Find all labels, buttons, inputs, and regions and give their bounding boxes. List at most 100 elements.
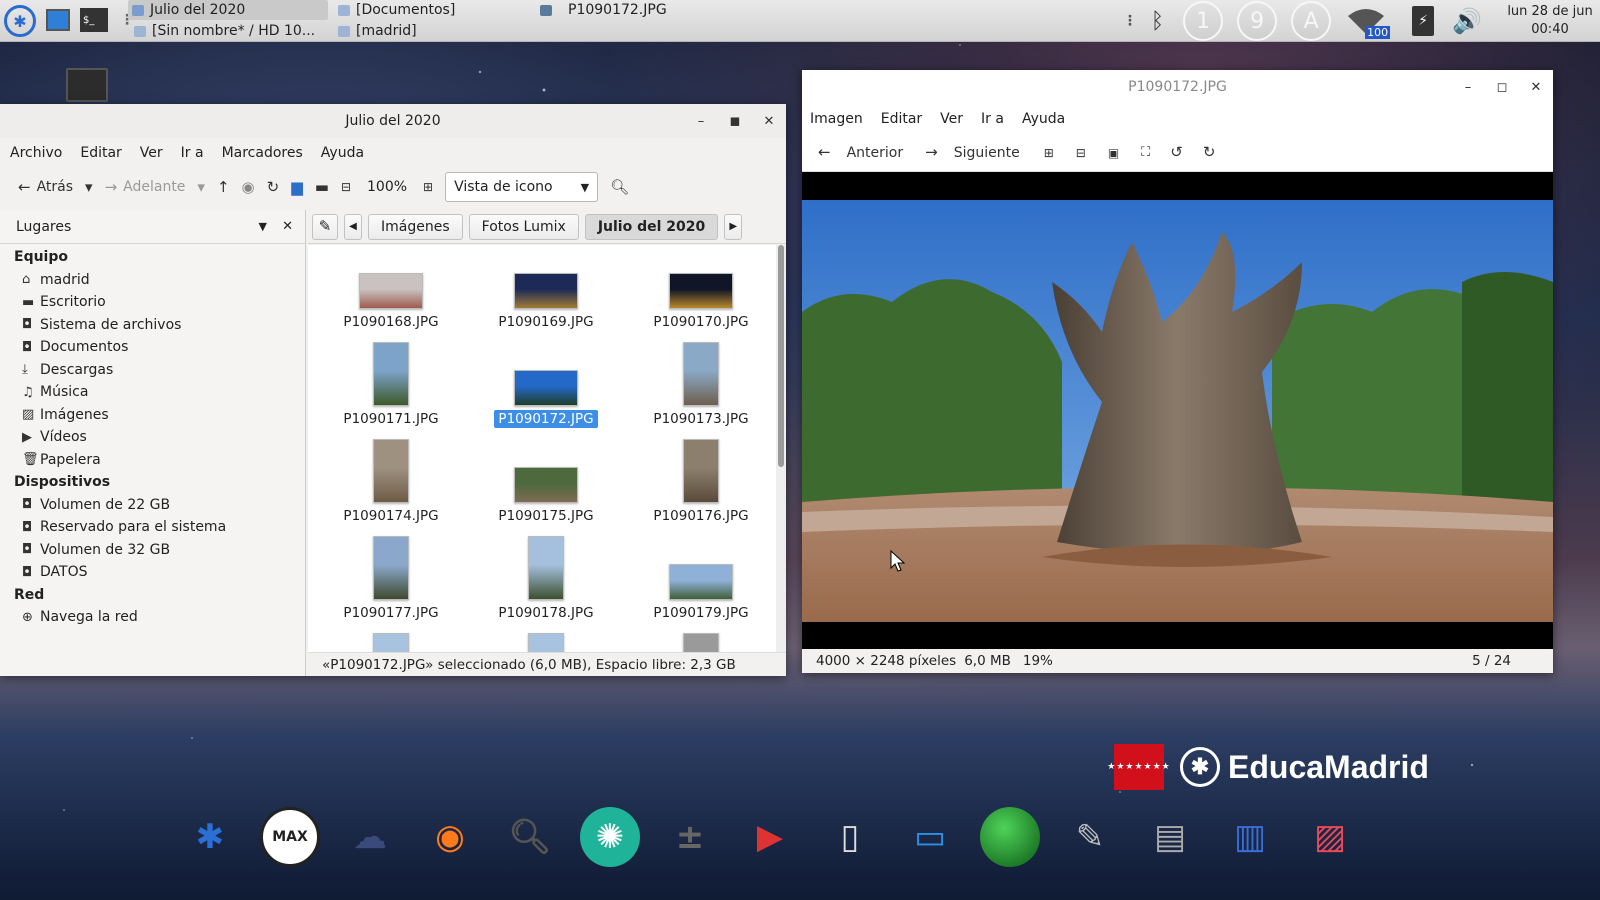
cloud-icon[interactable]: ☁: [340, 807, 400, 867]
stop-button[interactable]: ◉: [236, 176, 261, 199]
rotate-right-button[interactable]: ↻: [1197, 141, 1222, 164]
battery-icon[interactable]: ⚡: [1412, 6, 1435, 36]
file-item[interactable]: P1090173.JPG: [626, 342, 776, 442]
sidebar-item[interactable]: ◘ Reservado para el sistema: [0, 516, 305, 539]
menu-image_viewer-2[interactable]: Ver: [940, 111, 963, 127]
minimize-button[interactable]: –: [692, 114, 710, 129]
edit-location-button[interactable]: ✎: [312, 213, 338, 240]
indicator-nine[interactable]: 9: [1237, 1, 1278, 41]
text-editor-icon[interactable]: ▯: [820, 807, 880, 867]
icon-view[interactable]: P1090168.JPG P1090169.JPG P1090170.JPG P109…: [308, 245, 776, 652]
bluetooth-icon[interactable]: ᛒ: [1151, 9, 1164, 34]
sidebar-item[interactable]: ◘ Volumen de 32 GB: [0, 539, 305, 562]
file-item[interactable]: P1090178.JPG: [471, 536, 621, 636]
sidebar-mode-dropdown[interactable]: ▼: [259, 221, 267, 232]
terminal-icon[interactable]: $_: [80, 8, 108, 32]
task-documentos[interactable]: [Documentos]: [338, 0, 455, 20]
calculator-icon[interactable]: ±: [660, 807, 720, 867]
maximize-button[interactable]: ◻: [1493, 80, 1511, 95]
shutter-icon[interactable]: ✺: [580, 807, 640, 867]
fit-button[interactable]: ⛶: [1135, 142, 1156, 163]
sidebar-item[interactable]: ▶ Vídeos: [0, 426, 305, 449]
path-segment-julio[interactable]: Julio del 2020: [584, 213, 719, 240]
zoom-in-button[interactable]: ⊞: [417, 177, 439, 197]
indicator-a[interactable]: A: [1291, 1, 1332, 41]
sidebar-item[interactable]: ⤓ Descargas: [0, 359, 305, 382]
menu-image_viewer-1[interactable]: Editar: [881, 111, 922, 127]
scrollbar-thumb[interactable]: [778, 245, 784, 467]
sidebar-item[interactable]: ♫ Música: [0, 381, 305, 404]
sidebar-item[interactable]: ▨ Imágenes: [0, 404, 305, 427]
sidebar-item[interactable]: ▬ Escritorio: [0, 291, 305, 314]
vertical-scrollbar[interactable]: [776, 245, 786, 652]
menu-file_manager-4[interactable]: Marcadores: [222, 145, 303, 161]
firefox-icon[interactable]: ◉: [420, 807, 480, 867]
file-item[interactable]: P1090175.JPG: [471, 445, 621, 539]
screen-recorder-icon[interactable]: ▶: [740, 807, 800, 867]
file-item[interactable]: [316, 633, 466, 652]
file-item[interactable]: P1090172.JPG: [471, 348, 621, 442]
file-item[interactable]: P1090170.JPG: [626, 251, 776, 345]
computer-button[interactable]: ▬: [309, 176, 335, 199]
file-item[interactable]: P1090176.JPG: [626, 439, 776, 539]
search-icon[interactable]: 🔍︎: [500, 807, 560, 867]
original-size-button[interactable]: ▣: [1102, 143, 1125, 163]
file-item[interactable]: P1090169.JPG: [471, 251, 621, 345]
image-canvas[interactable]: [802, 172, 1553, 649]
back-button[interactable]: ← Atrás: [12, 175, 79, 199]
rotate-left-button[interactable]: ↺: [1164, 141, 1189, 164]
minimize-button[interactable]: –: [1459, 80, 1477, 95]
menu-file_manager-1[interactable]: Editar: [80, 145, 121, 161]
indicator-one[interactable]: 1: [1183, 1, 1224, 41]
maximize-button[interactable]: ◼: [726, 114, 744, 129]
close-button[interactable]: ✕: [1527, 80, 1545, 95]
path-segment-fotos-lumix[interactable]: Fotos Lumix: [468, 213, 579, 240]
sidebar-item[interactable]: ◘ DATOS: [0, 561, 305, 584]
wifi-icon[interactable]: 100: [1344, 3, 1391, 39]
sidebar-item[interactable]: ◘ Documentos: [0, 336, 305, 359]
forward-button[interactable]: → Adelante: [99, 175, 192, 199]
files-icon[interactable]: ▤: [1140, 807, 1200, 867]
zoom-out-button[interactable]: ⊟: [1070, 143, 1092, 163]
search-button[interactable]: 🔍︎: [604, 176, 635, 199]
volume-icon[interactable]: 🔊: [1452, 7, 1482, 35]
back-history-dropdown[interactable]: ▾: [79, 176, 99, 199]
file-item[interactable]: [471, 633, 621, 652]
menu-star-icon[interactable]: ✱: [4, 5, 36, 37]
display-icon[interactable]: ▭: [900, 807, 960, 867]
path-scroll-right[interactable]: ▶: [724, 213, 743, 240]
path-segment-imagenes[interactable]: Imágenes: [368, 213, 463, 240]
titlebar[interactable]: P1090172.JPG – ◻ ✕: [802, 70, 1553, 104]
titlebar[interactable]: Julio del 2020 – ◼ ✕: [0, 104, 786, 138]
max-inside-icon[interactable]: MAX: [260, 807, 320, 867]
paint-brush-icon[interactable]: ✎: [1060, 807, 1120, 867]
clock[interactable]: lun 28 de jun 00:40: [1500, 3, 1600, 39]
sidebar-item[interactable]: ⌂ madrid: [0, 269, 305, 292]
show-desktop-icon[interactable]: [46, 9, 70, 31]
task-madrid[interactable]: [madrid]: [338, 21, 417, 41]
desktop-monitor-icon[interactable]: [66, 68, 108, 102]
sidebar-item[interactable]: ⊕ Navega la red: [0, 606, 305, 629]
menu-image_viewer-4[interactable]: Ayuda: [1022, 111, 1065, 127]
zoom-in-button[interactable]: ⊞: [1038, 143, 1060, 163]
file-item[interactable]: P1090174.JPG: [316, 439, 466, 539]
path-scroll-left[interactable]: ◀: [344, 213, 362, 240]
file-item[interactable]: P1090177.JPG: [316, 536, 466, 636]
sidebar-item[interactable]: ◘ Volumen de 22 GB: [0, 494, 305, 517]
view-mode-select[interactable]: Vista de icono ▼: [445, 172, 599, 202]
menu-image_viewer-0[interactable]: Imagen: [810, 111, 863, 127]
presentation-icon[interactable]: ▥: [1220, 807, 1280, 867]
menu-file_manager-2[interactable]: Ver: [140, 145, 163, 161]
green-sphere-icon[interactable]: ●: [980, 807, 1040, 867]
sidebar-item[interactable]: ◘ Sistema de archivos: [0, 314, 305, 337]
file-item[interactable]: P1090171.JPG: [316, 342, 466, 442]
task-file-manager[interactable]: Julio del 2020: [128, 0, 328, 20]
close-button[interactable]: ✕: [760, 114, 778, 129]
menu-file_manager-5[interactable]: Ayuda: [321, 145, 364, 161]
image-viewer-icon[interactable]: ▨: [1300, 807, 1360, 867]
reload-button[interactable]: ↻: [261, 176, 286, 199]
file-item[interactable]: [626, 633, 776, 652]
home-button[interactable]: ▆: [285, 176, 309, 199]
menu-image_viewer-3[interactable]: Ir a: [981, 111, 1004, 127]
file-item[interactable]: P1090168.JPG: [316, 251, 466, 345]
